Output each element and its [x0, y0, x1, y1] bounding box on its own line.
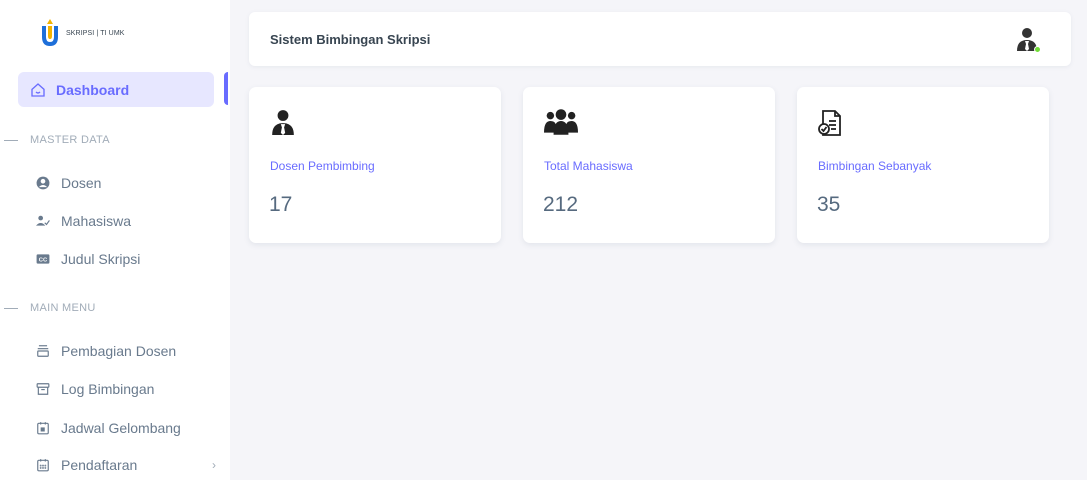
stat-card-bimbingan-sebanyak: Bimbingan Sebanyak 35	[797, 87, 1049, 243]
sidebar-item-label: Pembagian Dosen	[61, 343, 177, 359]
sidebar-item-log-bimbingan[interactable]: Log Bimbingan	[36, 381, 216, 397]
sidebar-item-pendaftaran[interactable]: Pendaftaran ›	[36, 457, 216, 473]
top-navbar: Sistem Bimbingan Skripsi	[249, 12, 1071, 66]
page-title: Sistem Bimbingan Skripsi	[270, 31, 431, 47]
card-value: 35	[817, 193, 841, 216]
sidebar-item-label: Mahasiswa	[61, 213, 132, 229]
file-check-icon	[818, 110, 841, 136]
section-header-master-data: MASTER DATA	[0, 134, 110, 146]
user-tie-icon	[272, 110, 294, 135]
umk-logo-icon	[42, 19, 58, 46]
card-value: 17	[269, 193, 293, 216]
calendar-grid-icon	[37, 459, 49, 472]
home-smile-icon	[31, 82, 45, 97]
users-group-icon	[544, 109, 578, 135]
sidebar-item-label: Log Bimbingan	[61, 381, 155, 397]
sidebar-item-pembagian-dosen[interactable]: Pembagian Dosen	[36, 343, 216, 359]
sidebar-item-label: Pendaftaran	[61, 457, 138, 473]
sidebar-item-label: Dosen	[61, 175, 102, 191]
stack-icon	[37, 345, 49, 357]
stat-card-dosen-pembimbing: Dosen Pembimbing 17	[249, 87, 501, 243]
brand-logo[interactable]: SKRIPSI | TI UMK	[38, 18, 125, 48]
user-avatar[interactable]	[1015, 27, 1041, 53]
stat-card-total-mahasiswa: Total Mahasiswa 212	[523, 87, 775, 243]
closed-caption-icon: CC	[36, 254, 50, 264]
sidebar-item-judul-skripsi[interactable]: CC Judul Skripsi	[36, 251, 216, 267]
brand-text: SKRIPSI | TI UMK	[66, 29, 125, 37]
user-check-icon	[36, 215, 50, 226]
sidebar: SKRIPSI | TI UMK Dashboard MASTER DATA D…	[0, 0, 230, 480]
sidebar-item-jadwal-gelombang[interactable]: Jadwal Gelombang	[36, 420, 216, 436]
sidebar-item-dashboard[interactable]: Dashboard	[18, 72, 214, 107]
archive-icon	[36, 383, 50, 395]
calendar-event-icon	[37, 422, 49, 435]
sidebar-item-label: Judul Skripsi	[61, 251, 141, 267]
card-label: Dosen Pembimbing	[270, 159, 375, 173]
sidebar-item-dosen[interactable]: Dosen	[36, 175, 216, 191]
sidebar-item-mahasiswa[interactable]: Mahasiswa	[36, 213, 216, 229]
user-circle-icon	[36, 176, 50, 190]
online-status-badge	[1034, 46, 1041, 53]
sidebar-item-label: Jadwal Gelombang	[61, 420, 181, 436]
section-header-main-menu: MAIN MENU	[0, 302, 96, 314]
svg-text:CC: CC	[39, 257, 48, 263]
card-label: Total Mahasiswa	[544, 159, 633, 173]
card-label: Bimbingan Sebanyak	[818, 159, 932, 173]
active-indicator	[224, 72, 228, 105]
chevron-right-icon: ›	[212, 458, 216, 472]
sidebar-item-label: Dashboard	[56, 81, 130, 98]
card-value: 212	[543, 193, 579, 216]
